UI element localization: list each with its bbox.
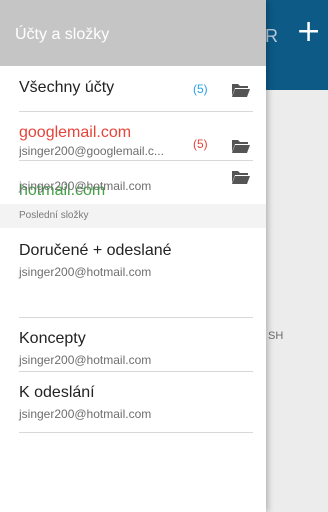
folder-item-outbox[interactable]: K odeslání jsinger200@hotmail.com xyxy=(0,372,266,432)
background-partial-text: SH xyxy=(268,330,284,342)
folder-name: Doručené + odeslané xyxy=(19,242,172,259)
account-email: jsinger200@googlemail.c... xyxy=(19,144,164,158)
folder-name: Koncepty xyxy=(19,330,86,347)
folder-icon[interactable] xyxy=(231,82,251,98)
folder-account-email: jsinger200@hotmail.com xyxy=(19,265,152,279)
folder-name: K odeslání xyxy=(19,384,95,401)
folder-item-drafts[interactable]: Koncepty jsinger200@hotmail.com xyxy=(0,318,266,370)
section-label: Poslední složky xyxy=(19,210,89,221)
app-header-partial-icon: R xyxy=(265,26,278,46)
account-name: Všechny účty xyxy=(19,79,115,96)
add-plus-icon[interactable]: + xyxy=(296,16,321,48)
folder-icon[interactable] xyxy=(231,169,251,185)
folder-icon[interactable] xyxy=(231,138,251,154)
drawer-title: Účty a složky xyxy=(15,26,110,43)
account-item-all[interactable]: Všechny účty (5) xyxy=(0,66,266,111)
account-item-googlemail[interactable]: googlemail.com jsinger200@googlemail.c..… xyxy=(0,112,266,159)
account-name: googlemail.com xyxy=(19,124,132,141)
divider xyxy=(19,432,253,433)
folder-item-inbox-sent[interactable]: Doručené + odeslané jsinger200@hotmail.c… xyxy=(0,228,266,308)
accounts-folders-drawer: Účty a složky Všechny účty (5) googlemai… xyxy=(0,0,266,512)
unread-count-badge: (5) xyxy=(193,82,208,96)
drawer-header: Účty a složky xyxy=(0,0,266,66)
recent-folders-section: Poslední složky xyxy=(0,204,266,228)
folder-account-email: jsinger200@hotmail.com xyxy=(19,407,152,421)
unread-count-badge: (5) xyxy=(193,137,208,151)
account-email: jsinger200@hotmail.com xyxy=(19,179,152,193)
folder-account-email: jsinger200@hotmail.com xyxy=(19,353,152,367)
